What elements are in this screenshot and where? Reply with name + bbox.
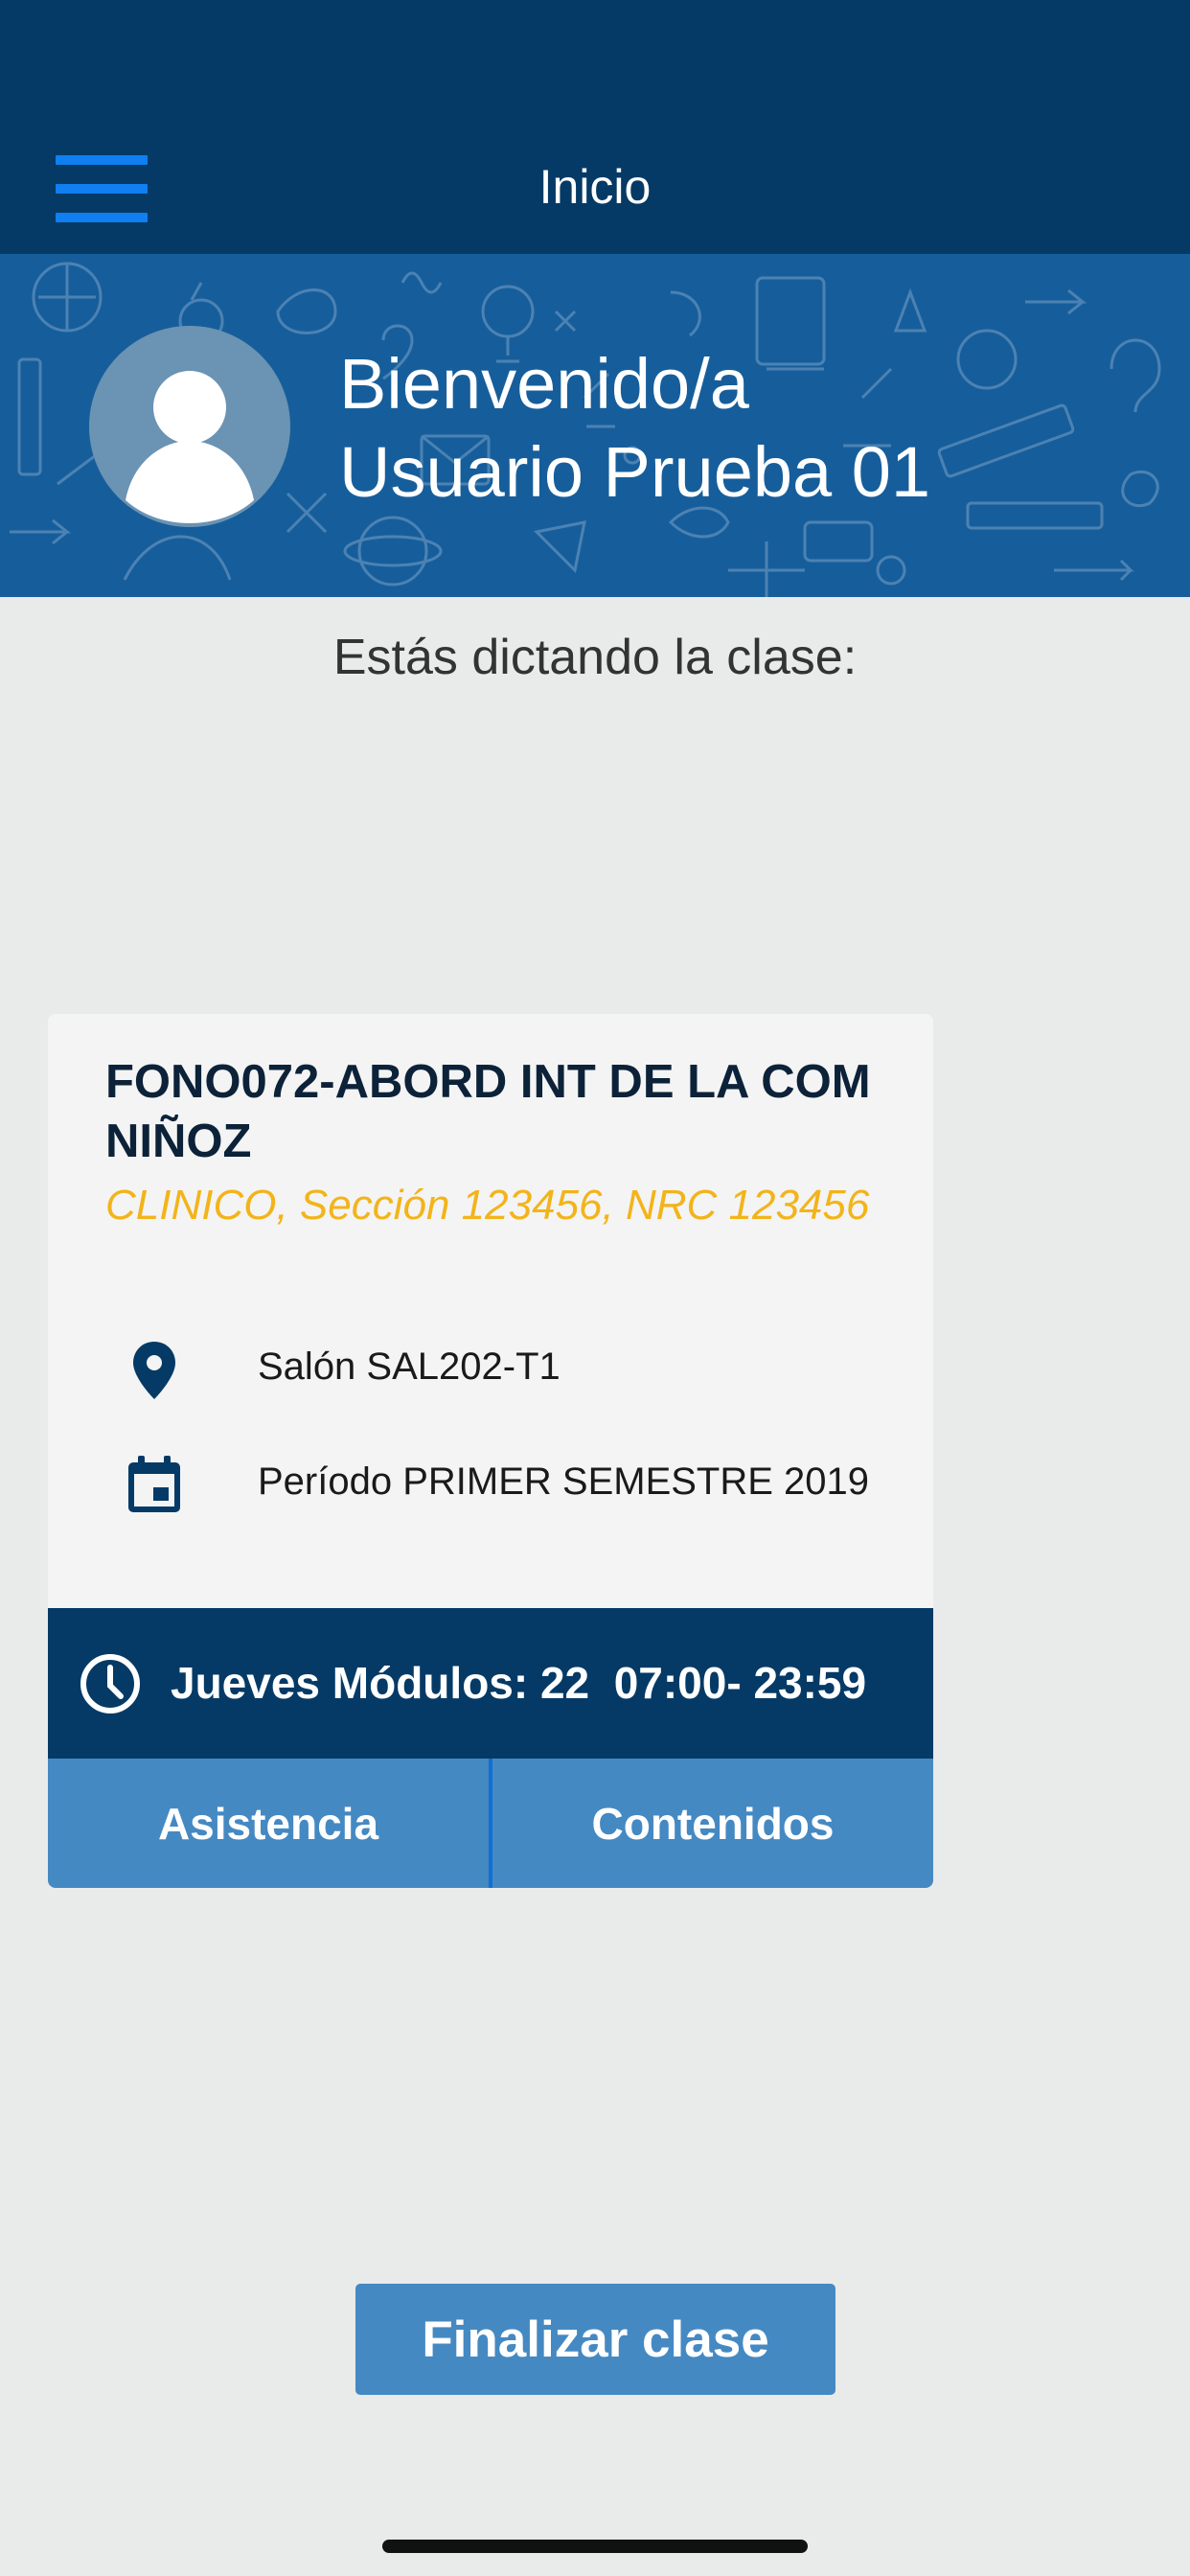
welcome-message: Bienvenido/a Usuario Prueba 01 bbox=[339, 340, 1163, 517]
clock-icon bbox=[80, 1654, 140, 1714]
class-card: FONO072-ABORD INT DE LA COM NIÑOZ CLINIC… bbox=[48, 1014, 933, 1888]
home-indicator[interactable] bbox=[382, 2540, 808, 2553]
attendance-button[interactable]: Asistencia bbox=[48, 1759, 489, 1888]
period-row: Período PRIMER SEMESTRE 2019 bbox=[48, 1445, 933, 1522]
course-subtitle: CLINICO, Sección 123456, NRC 123456 bbox=[105, 1182, 870, 1229]
calendar-icon bbox=[128, 1456, 180, 1512]
contents-button[interactable]: Contenidos bbox=[492, 1759, 933, 1888]
welcome-greeting: Bienvenido/a bbox=[339, 344, 749, 424]
user-name: Usuario Prueba 01 bbox=[339, 432, 931, 512]
intro-text: Estás dictando la clase: bbox=[332, 630, 858, 685]
room-row: Salón SAL202-T1 bbox=[48, 1330, 933, 1407]
finish-class-button[interactable]: Finalizar clase bbox=[355, 2284, 835, 2395]
location-pin-icon bbox=[133, 1342, 175, 1399]
room-text: Salón SAL202-T1 bbox=[258, 1346, 561, 1388]
schedule-text: Jueves Módulos: 22 07:00- 23:59 bbox=[171, 1658, 867, 1708]
period-text: Período PRIMER SEMESTRE 2019 bbox=[258, 1460, 870, 1503]
card-actions: Asistencia Contenidos bbox=[48, 1759, 933, 1888]
course-title: FONO072-ABORD INT DE LA COM NIÑOZ bbox=[105, 1056, 871, 1167]
schedule-bar: Jueves Módulos: 22 07:00- 23:59 bbox=[48, 1608, 933, 1759]
page-title: Inicio bbox=[538, 160, 652, 214]
user-avatar-icon bbox=[89, 326, 290, 527]
top-navigation-bar: Inicio bbox=[0, 0, 1190, 254]
